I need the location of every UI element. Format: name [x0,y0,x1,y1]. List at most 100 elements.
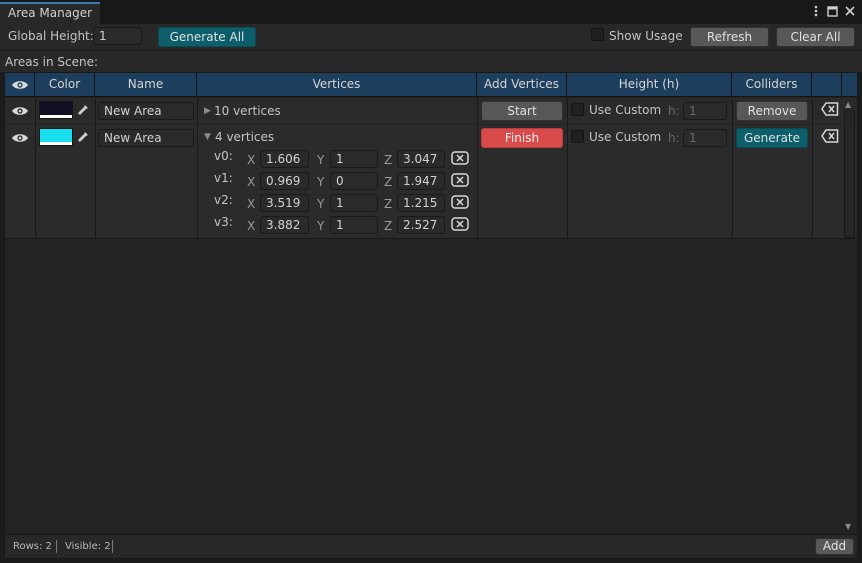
z-axis-label: Z [384,197,393,211]
area-name-input[interactable]: New Area [98,129,194,147]
color-swatch[interactable] [39,101,73,119]
global-height-label: Global Height: [8,29,94,43]
name-column-header: Name [95,73,197,97]
custom-height-input[interactable]: 1 [683,129,727,147]
footer-divider [112,540,113,553]
x-axis-label: X [247,175,256,189]
close-icon[interactable] [843,3,856,19]
column-divider [35,98,36,238]
colliders-column-header: Colliders [732,73,812,97]
delete-vertex-icon[interactable] [451,173,469,187]
row-count: Rows: 2 [13,541,52,552]
generate-colliders-button[interactable]: Generate [736,128,808,148]
areas-table: Color Name Vertices Add Vertices Height … [4,72,858,535]
column-divider [477,98,478,238]
column-divider [197,98,198,238]
visibility-column-header[interactable] [5,73,35,97]
x-axis-label: X [247,197,256,211]
column-divider [95,98,96,238]
vertex-x-input[interactable]: 0.969 [260,172,309,190]
vertices-summary[interactable]: 10 vertices [214,104,281,118]
color-swatch[interactable] [39,128,73,146]
eye-icon [12,81,28,89]
show-usage-checkbox[interactable] [591,28,604,41]
collapse-vertices-arrow[interactable]: ▼ [204,131,211,143]
height-label: h: [668,104,680,118]
add-vertices-column-header: Add Vertices [477,73,567,97]
y-axis-label: Y [317,153,325,167]
z-axis-label: Z [384,219,393,233]
show-usage-label: Show Usage [609,29,683,43]
vertex-z-input[interactable]: 2.527 [397,216,445,234]
height-column-header: Height (h) [567,73,732,97]
delete-vertex-icon[interactable] [451,151,469,165]
start-button[interactable]: Start [481,101,563,121]
remove-colliders-button[interactable]: Remove [736,101,808,121]
scrollbar-thumb[interactable] [844,110,855,238]
vertex-x-input[interactable]: 3.519 [260,194,309,212]
vertical-scrollbar[interactable]: ▲ ▼ [842,98,857,535]
clear-all-button[interactable]: Clear All [776,27,855,47]
vertex-label: v2: [214,193,233,207]
x-axis-label: X [247,153,256,167]
height-label: h: [668,131,680,145]
delete-area-icon[interactable] [821,129,839,143]
x-axis-label: X [247,219,256,233]
vertex-y-input[interactable]: 1 [330,150,378,168]
window-titlebar: Area Manager [0,0,862,24]
scroll-down-arrow[interactable]: ▼ [845,523,851,531]
custom-height-input[interactable]: 1 [683,102,727,120]
rows-bottom-border [5,238,857,239]
toolbar: Global Height: 1 Generate All Show Usage… [0,24,862,50]
expand-vertices-arrow[interactable]: ▶ [204,105,211,117]
generate-all-button[interactable]: Generate All [158,27,256,47]
visibility-toggle-eye-icon[interactable] [11,104,29,118]
use-custom-height-checkbox[interactable] [571,130,584,143]
maximize-icon[interactable] [826,3,839,19]
y-axis-label: Y [317,197,325,211]
use-custom-label: Use Custom [589,130,662,144]
vertices-column-header: Vertices [197,73,477,97]
visibility-toggle-eye-icon[interactable] [11,131,29,145]
window-tab[interactable]: Area Manager [0,2,101,24]
use-custom-height-checkbox[interactable] [571,103,584,116]
vertices-summary[interactable]: 4 vertices [215,130,274,144]
global-height-input[interactable]: 1 [93,27,142,45]
vertex-z-input[interactable]: 1.215 [397,194,445,212]
vertex-z-input[interactable]: 3.047 [397,150,445,168]
vertex-z-input[interactable]: 1.947 [397,172,445,190]
eyedropper-icon[interactable] [77,104,89,116]
delete-vertex-icon[interactable] [451,195,469,209]
area-name-input[interactable]: New Area [98,102,194,120]
vertex-x-input[interactable]: 1.606 [260,150,309,168]
vertex-x-input[interactable]: 3.882 [260,216,309,234]
section-header: Areas in Scene: [0,51,862,72]
delete-vertex-icon[interactable] [451,217,469,231]
vertex-y-input[interactable]: 0 [330,172,378,190]
z-axis-label: Z [384,153,393,167]
vertex-label: v1: [214,171,233,185]
z-axis-label: Z [384,175,393,189]
delete-column-header [812,73,842,97]
visible-count: Visible: 2 [65,541,111,552]
footer-divider [56,540,57,553]
finish-button[interactable]: Finish [481,128,563,148]
vertex-y-input[interactable]: 1 [330,194,378,212]
refresh-button[interactable]: Refresh [690,27,769,47]
table-row: New Area ▼ 4 vertices v0: X 1.606 Y 1 Z … [5,125,857,238]
eyedropper-icon[interactable] [77,131,89,143]
y-axis-label: Y [317,175,325,189]
scroll-up-arrow[interactable]: ▲ [845,101,851,109]
add-area-button[interactable]: Add [815,538,854,555]
color-column-header: Color [35,73,95,97]
vertex-label: v3: [214,215,233,229]
status-footer: Rows: 2 Visible: 2 Add [4,535,858,559]
column-divider [567,98,568,238]
more-options-icon[interactable] [809,3,822,19]
use-custom-label: Use Custom [589,103,662,117]
column-divider [732,98,733,238]
vertex-y-input[interactable]: 1 [330,216,378,234]
section-title: Areas in Scene: [5,55,99,69]
delete-area-icon[interactable] [821,102,839,116]
table-row: New Area ▶ 10 vertices Start Use Custom … [5,98,857,124]
